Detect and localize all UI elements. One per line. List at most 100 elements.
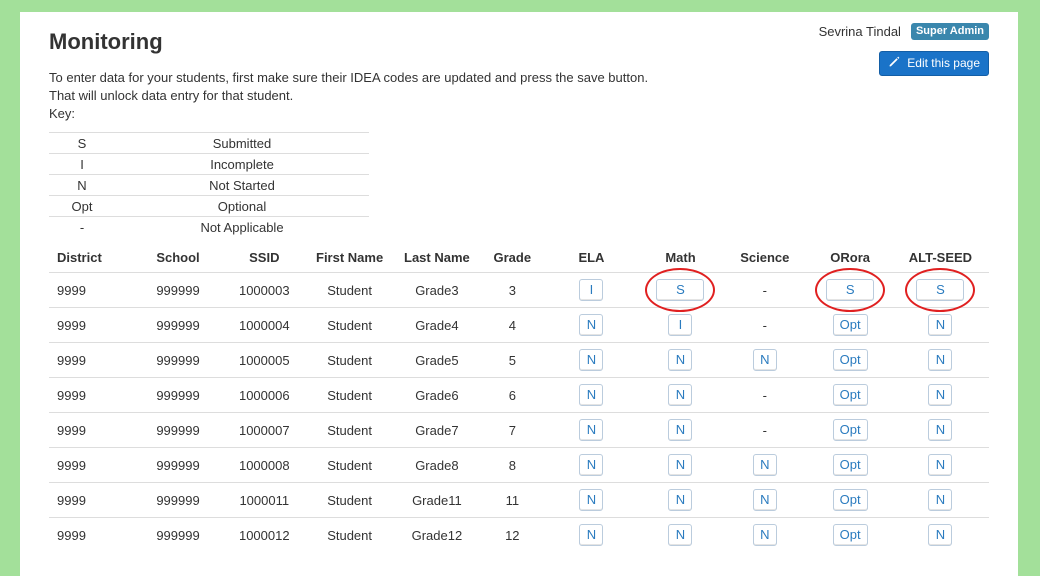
- status-button-math[interactable]: N: [668, 489, 693, 511]
- cell-first: Student: [306, 412, 393, 448]
- status-button-orora[interactable]: Opt: [832, 419, 868, 441]
- status-button-orora[interactable]: S: [826, 279, 875, 301]
- cell-science: -: [721, 377, 809, 413]
- not-applicable-text: -: [762, 422, 767, 438]
- table-row: 9999 999999 1000006 Student Grade6 6 N N - Opt N: [49, 377, 989, 413]
- status-button-orora[interactable]: Opt: [832, 454, 868, 476]
- status-button-science[interactable]: N: [752, 454, 777, 476]
- intro-text: To enter data for your students, first m…: [49, 69, 648, 123]
- table-row: 9999 999999 1000008 Student Grade8 8 N N N Opt N: [49, 447, 989, 483]
- main-panel: Monitoring Sevrina Tindal Super Admin Ed…: [20, 12, 1018, 576]
- status-button-science[interactable]: N: [752, 524, 777, 546]
- status-button-alt[interactable]: S: [916, 279, 965, 301]
- cell-first: Student: [306, 307, 393, 343]
- cell-district: 9999: [49, 307, 135, 343]
- table-row: 9999 999999 1000004 Student Grade4 4 N I - Opt N: [49, 307, 989, 343]
- cell-last: Grade12: [392, 517, 482, 552]
- status-button-science[interactable]: N: [752, 349, 777, 371]
- status-button-ela[interactable]: N: [579, 314, 604, 336]
- status-button-alt[interactable]: N: [928, 314, 953, 336]
- intro-line-1: To enter data for your students, first m…: [49, 70, 649, 85]
- status-button-ela[interactable]: I: [579, 279, 604, 301]
- cell-science: N: [721, 447, 809, 483]
- key-meaning: Not Started: [115, 174, 369, 196]
- status-button-math[interactable]: N: [668, 349, 693, 371]
- monitoring-table: District School SSID First Name Last Name Gra…: [49, 242, 989, 552]
- status-button-math[interactable]: N: [668, 524, 693, 546]
- status-button-ela[interactable]: N: [579, 349, 604, 371]
- status-button-orora[interactable]: Opt: [832, 384, 868, 406]
- status-button-orora[interactable]: Opt: [832, 349, 868, 371]
- status-button-alt[interactable]: N: [928, 419, 953, 441]
- cell-last: Grade8: [392, 447, 482, 483]
- status-button-alt[interactable]: N: [928, 454, 953, 476]
- table-row: 9999 999999 1000003 Student Grade3 3 I S - S S: [49, 268, 989, 312]
- status-button-alt[interactable]: N: [928, 384, 953, 406]
- cell-grade: 12: [481, 517, 544, 552]
- status-button-math[interactable]: I: [668, 314, 693, 336]
- status-button-ela[interactable]: N: [579, 419, 604, 441]
- highlight-annotation: S: [645, 268, 716, 312]
- cell-math: N: [639, 517, 722, 552]
- status-button-ela[interactable]: N: [579, 489, 604, 511]
- cell-alt: N: [891, 482, 989, 518]
- cell-ssid: 1000011: [221, 482, 307, 518]
- cell-first: Student: [306, 272, 393, 308]
- user-box: Sevrina Tindal Super Admin: [819, 23, 989, 40]
- not-applicable-text: -: [762, 387, 767, 403]
- status-button-alt[interactable]: N: [928, 524, 953, 546]
- cell-ela: N: [543, 517, 640, 552]
- cell-alt: N: [891, 412, 989, 448]
- column-header: District: [49, 242, 135, 273]
- cell-school: 999999: [134, 377, 222, 413]
- pencil-icon: [888, 55, 901, 71]
- key-row: S Submitted: [49, 132, 369, 154]
- status-button-math[interactable]: N: [668, 419, 693, 441]
- status-button-math[interactable]: N: [668, 384, 693, 406]
- status-button-science[interactable]: N: [752, 489, 777, 511]
- cell-school: 999999: [134, 272, 222, 308]
- cell-science: -: [721, 307, 809, 343]
- cell-grade: 4: [481, 307, 544, 343]
- key-row: I Incomplete: [49, 153, 369, 175]
- key-meaning: Not Applicable: [115, 216, 369, 237]
- cell-first: Student: [306, 447, 393, 483]
- key-meaning: Optional: [115, 195, 369, 217]
- cell-school: 999999: [134, 342, 222, 378]
- column-header: Math: [639, 242, 722, 273]
- status-button-ela[interactable]: N: [579, 454, 604, 476]
- cell-school: 999999: [134, 517, 222, 552]
- key-code: Opt: [49, 195, 115, 217]
- status-button-orora[interactable]: Opt: [832, 489, 868, 511]
- column-header: Grade: [481, 242, 544, 273]
- cell-math: N: [639, 482, 722, 518]
- status-button-math[interactable]: N: [668, 454, 693, 476]
- cell-district: 9999: [49, 272, 135, 308]
- key-row: - Not Applicable: [49, 216, 369, 237]
- cell-ela: N: [543, 307, 640, 343]
- highlight-annotation: S: [905, 268, 976, 312]
- key-meaning: Incomplete: [115, 153, 369, 175]
- intro-line-2: That will unlock data entry for that stu…: [49, 88, 294, 103]
- status-button-ela[interactable]: N: [579, 384, 604, 406]
- cell-ela: N: [543, 482, 640, 518]
- cell-last: Grade7: [392, 412, 482, 448]
- key-row: Opt Optional: [49, 195, 369, 217]
- cell-last: Grade3: [392, 272, 482, 308]
- cell-science: N: [721, 482, 809, 518]
- cell-science: N: [721, 342, 809, 378]
- status-button-math[interactable]: S: [656, 279, 705, 301]
- cell-school: 999999: [134, 447, 222, 483]
- status-button-ela[interactable]: N: [579, 524, 604, 546]
- status-button-orora[interactable]: Opt: [832, 314, 868, 336]
- not-applicable-text: -: [762, 282, 767, 298]
- status-button-alt[interactable]: N: [928, 349, 953, 371]
- cell-alt: N: [891, 447, 989, 483]
- cell-ssid: 1000003: [221, 272, 307, 308]
- status-button-orora[interactable]: Opt: [832, 524, 868, 546]
- column-header: First Name: [306, 242, 393, 273]
- table-row: 9999 999999 1000012 Student Grade12 12 N N N Opt N: [49, 517, 989, 552]
- status-button-alt[interactable]: N: [928, 489, 953, 511]
- edit-page-button[interactable]: Edit this page: [879, 51, 989, 76]
- cell-alt: S: [891, 268, 989, 312]
